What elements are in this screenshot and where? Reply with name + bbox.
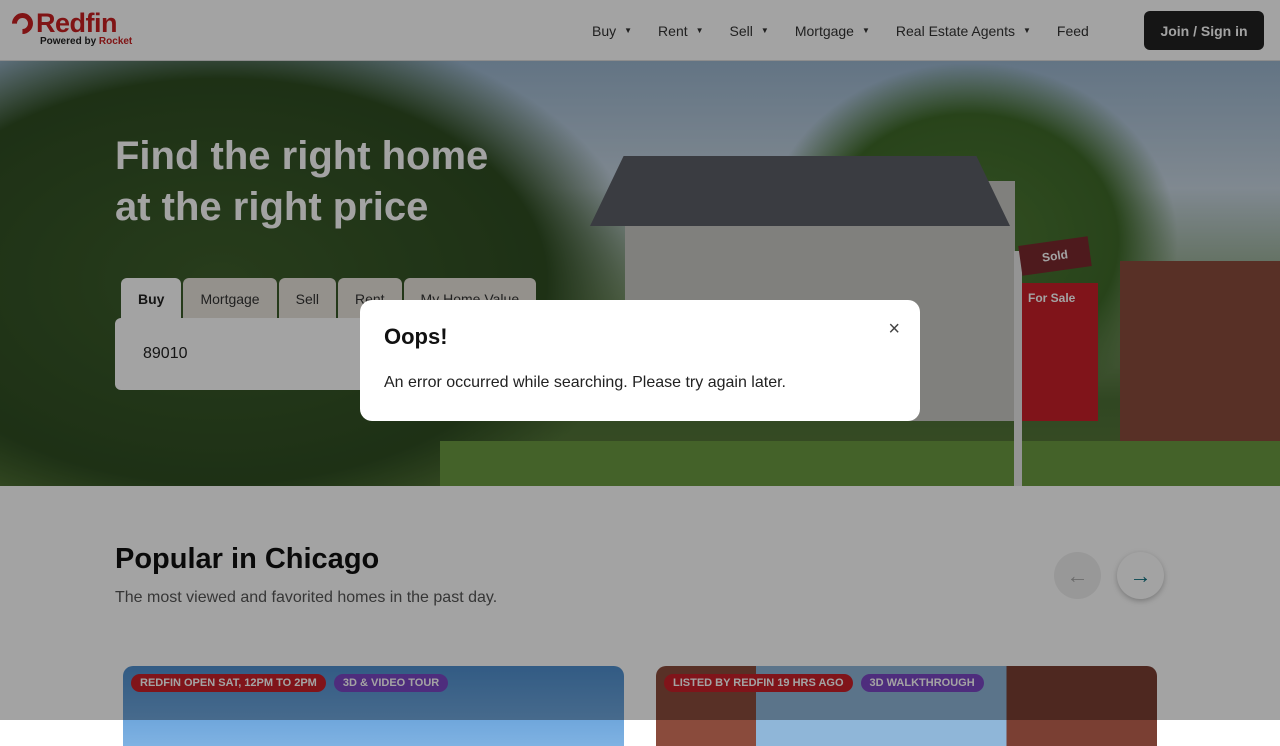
dialog-title: Oops! [384,324,448,349]
error-dialog: Oops! An error occurred while searching.… [360,300,920,421]
close-icon[interactable]: × [888,318,900,341]
dialog-message: An error occurred while searching. Pleas… [384,374,786,391]
